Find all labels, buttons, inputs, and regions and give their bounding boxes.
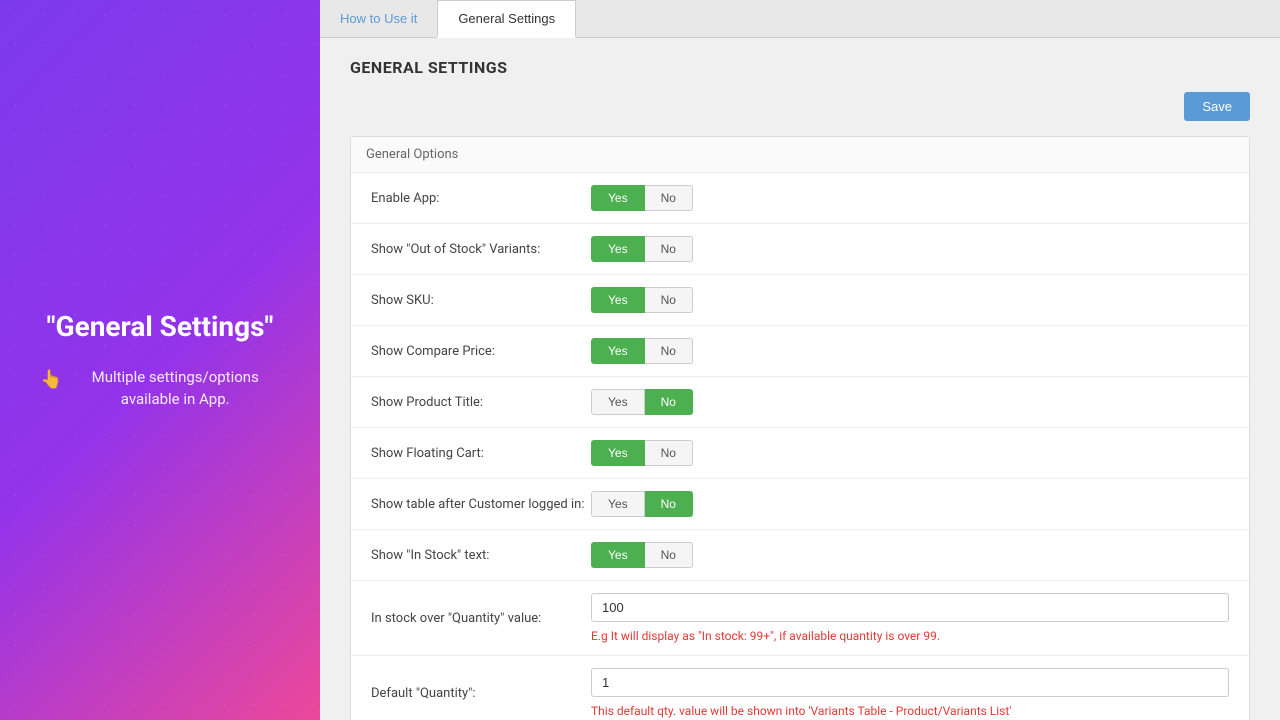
setting-label: Show "In Stock" text: [371,548,591,563]
toggle-group: YesNo [591,440,1229,466]
setting-label: Show Product Title: [371,395,591,410]
toggle-group: YesNo [591,542,1229,568]
toggle-yes-button[interactable]: Yes [591,338,645,364]
toggle-no-button[interactable]: No [645,440,693,466]
save-row: Save [350,92,1250,121]
toggle-yes-button[interactable]: Yes [591,287,645,313]
setting-label: Enable App: [371,191,591,206]
setting-row: Show Floating Cart:YesNo [351,428,1249,479]
setting-control: E.g It will display as "In stock: 99+", … [591,593,1229,643]
toggle-no-button[interactable]: No [645,185,693,211]
setting-label: Show "Out of Stock" Variants: [371,242,591,257]
toggle-no-button[interactable]: No [645,491,693,517]
sidebar: "General Settings" 👆 Multiple settings/o… [0,0,320,720]
setting-row: Show table after Customer logged in:YesN… [351,479,1249,530]
setting-control: YesNo [591,389,1229,415]
toggle-no-button[interactable]: No [645,287,693,313]
setting-label: Default "Quantity": [371,686,591,701]
toggle-yes-button[interactable]: Yes [591,185,645,211]
tab-general-settings[interactable]: General Settings [437,0,576,38]
setting-control: YesNo [591,491,1229,517]
toggle-group: YesNo [591,287,1229,313]
setting-row: Enable App:YesNo [351,173,1249,224]
setting-row: Show "Out of Stock" Variants:YesNo [351,224,1249,275]
setting-control: YesNo [591,338,1229,364]
setting-row: Show Product Title:YesNo [351,377,1249,428]
setting-row: In stock over "Quantity" value:E.g It wi… [351,581,1249,656]
setting-control: YesNo [591,236,1229,262]
setting-label: In stock over "Quantity" value: [371,611,591,626]
setting-label: Show Floating Cart: [371,446,591,461]
panel-header: General Options [351,137,1249,173]
toggle-no-button[interactable]: No [645,338,693,364]
setting-row: Show Compare Price:YesNo [351,326,1249,377]
sidebar-subtitle: 👆 Multiple settings/options available in… [40,366,280,411]
setting-label: Show table after Customer logged in: [371,497,591,512]
toggle-group: YesNo [591,236,1229,262]
toggle-no-button[interactable]: No [645,389,693,415]
hint-text: E.g It will display as "In stock: 99+", … [591,629,1229,643]
toggle-no-button[interactable]: No [645,542,693,568]
setting-control: This default qty. value will be shown in… [591,668,1229,718]
setting-row: Show "In Stock" text:YesNo [351,530,1249,581]
setting-row: Show SKU:YesNo [351,275,1249,326]
text-input[interactable] [591,668,1229,697]
options-panel: General Options Enable App:YesNoShow "Ou… [350,136,1250,720]
setting-control: YesNo [591,185,1229,211]
settings-container: Enable App:YesNoShow "Out of Stock" Vari… [351,173,1249,720]
toggle-group: YesNo [591,491,1229,517]
toggle-yes-button[interactable]: Yes [591,389,645,415]
toggle-group: YesNo [591,389,1229,415]
sidebar-title: "General Settings" [40,309,280,345]
setting-control: YesNo [591,542,1229,568]
setting-label: Show Compare Price: [371,344,591,359]
save-button[interactable]: Save [1184,92,1250,121]
setting-control: YesNo [591,287,1229,313]
main-area: How to Use it General Settings GENERAL S… [320,0,1280,720]
setting-row: Default "Quantity":This default qty. val… [351,656,1249,720]
text-input[interactable] [591,593,1229,622]
toggle-group: YesNo [591,185,1229,211]
sidebar-subtitle-text: Multiple settings/options available in A… [70,366,280,411]
page-title: GENERAL SETTINGS [350,58,1250,77]
toggle-yes-button[interactable]: Yes [591,440,645,466]
sidebar-content: "General Settings" 👆 Multiple settings/o… [40,309,280,410]
pointer-icon: 👆 [40,366,62,393]
toggle-yes-button[interactable]: Yes [591,236,645,262]
toggle-group: YesNo [591,338,1229,364]
tab-bar: How to Use it General Settings [320,0,1280,38]
setting-label: Show SKU: [371,293,591,308]
tab-how-to-use[interactable]: How to Use it [320,0,437,38]
toggle-yes-button[interactable]: Yes [591,491,645,517]
hint-text: This default qty. value will be shown in… [591,704,1229,718]
toggle-no-button[interactable]: No [645,236,693,262]
content-area: GENERAL SETTINGS Save General Options En… [320,38,1280,720]
toggle-yes-button[interactable]: Yes [591,542,645,568]
setting-control: YesNo [591,440,1229,466]
